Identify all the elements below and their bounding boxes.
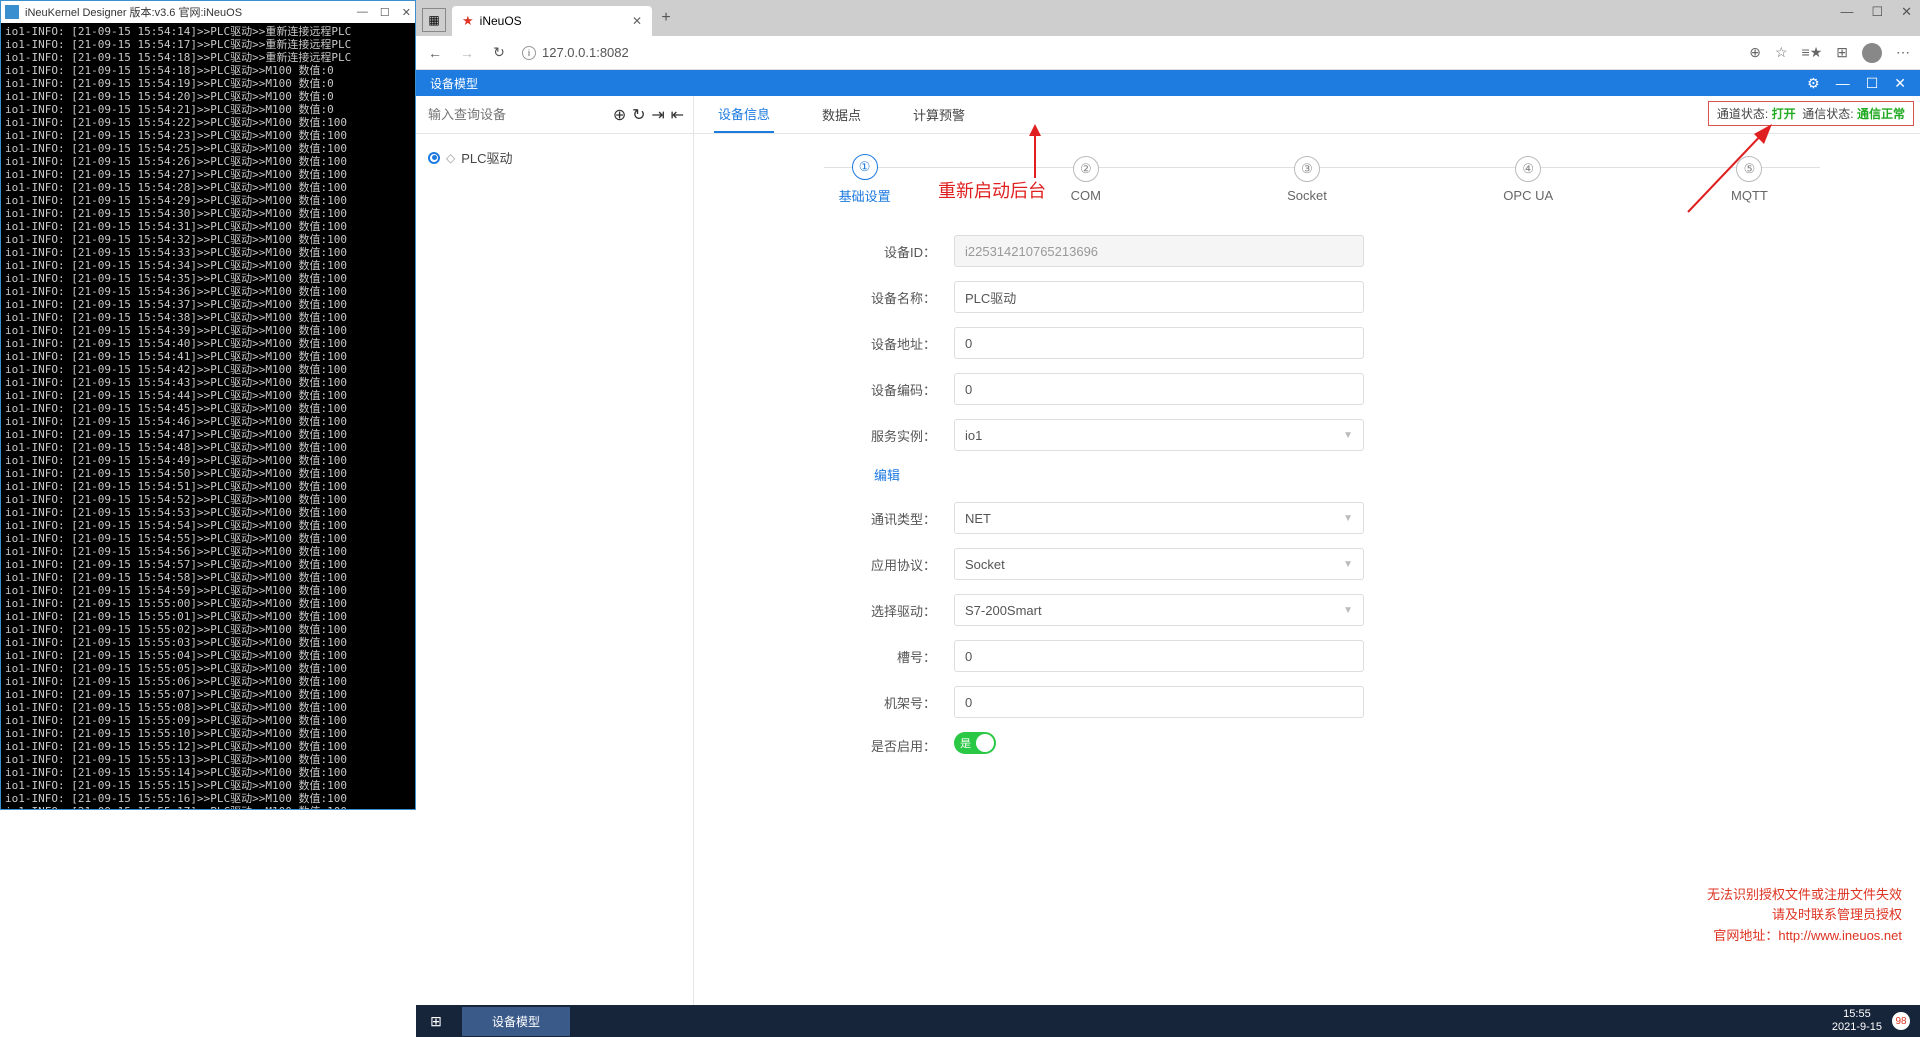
import-icon[interactable]: ⇥ — [649, 105, 668, 125]
start-button[interactable]: ⊞ — [416, 1013, 456, 1030]
menu-icon[interactable]: ⋯ — [1896, 44, 1910, 61]
tab-title: iNeuOS — [480, 14, 522, 28]
select-app-proto[interactable]: Socket▼ — [954, 548, 1364, 580]
sidebar: ⊕ ↻ ⇥ ⇤ ◇ PLC驱动 — [416, 96, 694, 1037]
taskbar-task[interactable]: 设备模型 — [462, 1007, 570, 1036]
favorites-icon[interactable]: ≡★ — [1802, 44, 1823, 61]
tab-actions-icon[interactable]: ▦ — [422, 8, 446, 32]
step-opcua[interactable]: ④OPC UA — [1418, 156, 1639, 203]
terminal-title: iNeuKernel Designer 版本:v3.6 官网:iNeuOS — [25, 4, 242, 20]
edit-link[interactable]: 编辑 — [874, 465, 900, 484]
terminal-window: iNeuKernel Designer 版本:v3.6 官网:iNeuOS — … — [0, 0, 416, 810]
star-icon[interactable]: ☆ — [1775, 44, 1788, 61]
radio-icon — [428, 152, 440, 164]
input-rack[interactable] — [954, 686, 1364, 718]
close-icon[interactable]: ✕ — [1894, 75, 1906, 92]
label-slot: 槽号： — [754, 647, 954, 666]
input-device-name[interactable] — [954, 281, 1364, 313]
label-app-proto: 应用协议： — [754, 555, 954, 574]
chevron-down-icon: ▼ — [1343, 513, 1353, 524]
export-icon[interactable]: ⇤ — [668, 105, 687, 125]
search-input[interactable] — [422, 101, 610, 128]
new-tab-button[interactable]: + — [652, 9, 680, 27]
maximize-icon[interactable]: ☐ — [1866, 75, 1879, 92]
chevron-down-icon: ▼ — [1343, 605, 1353, 616]
select-service-inst[interactable]: io1▼ — [954, 419, 1364, 451]
terminal-output: io1-INFO: [21-09-15 15:54:14]>>PLC驱动>>重新… — [1, 23, 415, 809]
minimize-icon[interactable]: — — [1836, 75, 1850, 92]
tree-item-label: PLC驱动 — [461, 148, 512, 167]
label-comm-type: 通讯类型： — [754, 509, 954, 528]
notification-badge[interactable]: 98 — [1892, 1012, 1910, 1030]
detail-panel: 设备信息 数据点 计算预警 通道状态: 打开 通信状态: 通信正常 ①基础设置 … — [694, 96, 1920, 1037]
terminal-titlebar[interactable]: iNeuKernel Designer 版本:v3.6 官网:iNeuOS — … — [1, 1, 415, 23]
site-info-icon[interactable]: i — [522, 46, 536, 60]
tree-item-plc[interactable]: ◇ PLC驱动 — [428, 144, 681, 171]
taskbar: ⊞ 设备模型 15:55 2021-9-15 98 — [416, 1005, 1920, 1037]
tab-device-info[interactable]: 设备信息 — [714, 96, 774, 133]
browser-tab[interactable]: ★ iNeuOS ✕ — [452, 6, 652, 36]
minimize-icon[interactable]: — — [1840, 4, 1853, 20]
input-device-code[interactable] — [954, 373, 1364, 405]
tab-calc-alarm[interactable]: 计算预警 — [909, 96, 969, 133]
chevron-down-icon: ▼ — [1343, 430, 1353, 441]
step-com[interactable]: ②COM — [975, 156, 1196, 203]
status-box: 通道状态: 打开 通信状态: 通信正常 — [1708, 101, 1914, 126]
label-enable: 是否启用： — [754, 736, 954, 755]
collections-icon[interactable]: ⊞ — [1836, 44, 1848, 61]
url-input[interactable]: i 127.0.0.1:8082 — [522, 45, 1735, 60]
address-bar: ← → ↻ i 127.0.0.1:8082 ⊕ ☆ ≡★ ⊞ ⋯ — [416, 36, 1920, 70]
maximize-icon[interactable]: ☐ — [1871, 4, 1883, 20]
device-tree: ◇ PLC驱动 — [416, 134, 693, 181]
step-indicator: ①基础设置 ②COM ③Socket ④OPC UA ⑤MQTT — [694, 134, 1920, 215]
settings-icon[interactable]: ⚙ — [1807, 75, 1820, 92]
back-button[interactable]: ← — [426, 45, 444, 61]
step-basic[interactable]: ①基础设置 — [754, 154, 975, 205]
search-row: ⊕ ↻ ⇥ ⇤ — [416, 96, 693, 134]
step-socket[interactable]: ③Socket — [1196, 156, 1417, 203]
url-text: 127.0.0.1:8082 — [542, 45, 629, 60]
minimize-icon[interactable]: — — [357, 6, 368, 19]
label-rack: 机架号： — [754, 693, 954, 712]
tab-data-points[interactable]: 数据点 — [818, 96, 865, 133]
profile-avatar[interactable] — [1862, 43, 1882, 63]
label-driver: 选择驱动： — [754, 601, 954, 620]
label-device-name: 设备名称： — [754, 288, 954, 307]
toggle-enable[interactable]: 是 — [954, 732, 996, 754]
browser-window: — ☐ ✕ ▦ ★ iNeuOS ✕ + ← → ↻ i 127.0.0.1:8… — [416, 0, 1920, 1037]
close-icon[interactable]: ✕ — [402, 6, 411, 19]
system-tray: 15:55 2021-9-15 98 — [1832, 1008, 1920, 1034]
tab-close-icon[interactable]: ✕ — [632, 14, 642, 28]
maximize-icon[interactable]: ☐ — [380, 6, 390, 19]
forward-button[interactable]: → — [458, 45, 476, 61]
label-device-code: 设备编码： — [754, 380, 954, 399]
favicon-star-icon: ★ — [462, 13, 474, 29]
app-header: 设备模型 ⚙ — ☐ ✕ — [416, 70, 1920, 96]
add-icon[interactable]: ⊕ — [610, 105, 629, 125]
close-icon[interactable]: ✕ — [1901, 4, 1912, 20]
label-device-id: 设备ID： — [754, 242, 954, 261]
refresh-button[interactable]: ↻ — [490, 44, 508, 61]
select-driver[interactable]: S7-200Smart▼ — [954, 594, 1364, 626]
zoom-icon[interactable]: ⊕ — [1749, 44, 1761, 61]
license-warning: 无法识别授权文件或注册文件失效 请及时联系管理员授权 官网地址：http://w… — [1707, 885, 1902, 947]
device-form: 设备ID： 设备名称： 设备地址： 设备编码： 服务实例：io1▼ 编辑 通讯类… — [694, 215, 1920, 793]
content-area: ⊕ ↻ ⇥ ⇤ ◇ PLC驱动 设备信息 数据点 计算预警 通道状态: 打开 — [416, 96, 1920, 1037]
label-device-addr: 设备地址： — [754, 334, 954, 353]
tab-strip: ▦ ★ iNeuOS ✕ + — [416, 0, 1920, 36]
license-url-link[interactable]: http://www.ineuos.net — [1778, 928, 1902, 943]
device-icon: ◇ — [446, 151, 455, 165]
input-device-addr[interactable] — [954, 327, 1364, 359]
input-device-id — [954, 235, 1364, 267]
step-mqtt[interactable]: ⑤MQTT — [1639, 156, 1860, 203]
detail-tabs: 设备信息 数据点 计算预警 通道状态: 打开 通信状态: 通信正常 — [694, 96, 1920, 134]
input-slot[interactable] — [954, 640, 1364, 672]
refresh-icon[interactable]: ↻ — [629, 105, 648, 125]
chevron-down-icon: ▼ — [1343, 559, 1353, 570]
select-comm-type[interactable]: NET▼ — [954, 502, 1364, 534]
app-icon — [5, 5, 19, 19]
tray-clock[interactable]: 15:55 2021-9-15 — [1832, 1008, 1882, 1034]
label-service-inst: 服务实例： — [754, 426, 954, 445]
page-title: 设备模型 — [430, 75, 478, 92]
